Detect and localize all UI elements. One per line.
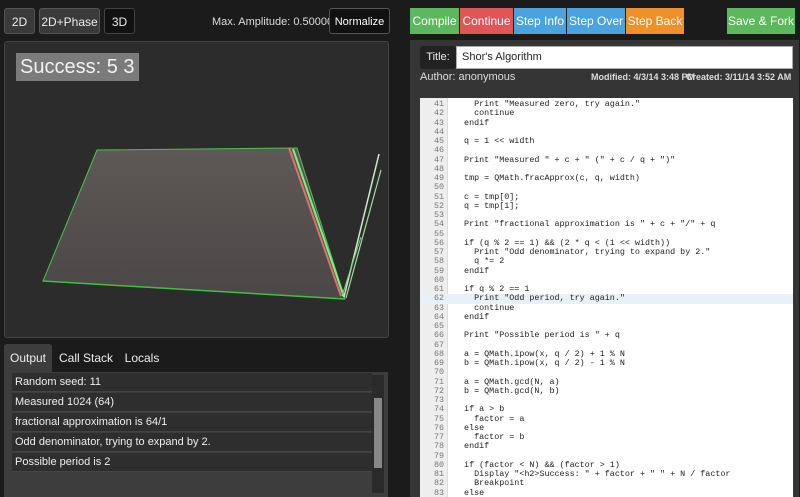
code-line[interactable]: 69 b = QMath.ipow(x, q / 2) - 1 % N: [420, 358, 793, 368]
amplitude-surface-plot: [42, 147, 382, 300]
code-text: b = QMath.gcd(N, b): [454, 385, 560, 396]
amplitude-spike-2: [345, 169, 382, 299]
editor-panel: Title: Author: anonymous Modified: 4/3/1…: [410, 40, 799, 497]
view-2d-phase-button[interactable]: 2D+Phase: [39, 8, 100, 34]
created-date: Created: 3/11/14 3:52 AM: [686, 72, 792, 82]
code-line[interactable]: 54 Print "fractional approximation is " …: [420, 219, 793, 230]
output-scrollbar[interactable]: [372, 375, 384, 493]
code-text: endif: [454, 265, 490, 276]
code-line[interactable]: 52 q = tmp[1];: [420, 200, 793, 211]
view-3d-button[interactable]: 3D: [104, 8, 135, 34]
save-fork-button[interactable]: Save & Fork: [727, 8, 795, 34]
code-text: endif: [454, 311, 490, 322]
tab-output[interactable]: Output: [4, 344, 52, 372]
code-text: Print "Possible period is " + q: [454, 330, 620, 341]
title-label: Title:: [420, 46, 456, 69]
code-line[interactable]: 45 q = 1 << width: [420, 136, 793, 146]
code-line[interactable]: 47 Print "Measured " + c + " (" + c / q …: [420, 154, 793, 165]
tab-call-stack[interactable]: Call Stack: [58, 344, 114, 372]
code-text: Print "Measured " + c + " (" + c / q + "…: [454, 154, 676, 165]
code-text: tmp = QMath.fracApprox(c, q, width): [454, 173, 640, 183]
code-text: else: [454, 487, 485, 497]
code-text: Print "fractional approximation is " + c…: [454, 219, 716, 230]
state-3d-viewport[interactable]: Success: 5 3: [4, 41, 389, 338]
compile-button[interactable]: Compile: [410, 8, 459, 34]
code-text: q = 1 << width: [454, 136, 535, 146]
output-panel: Random seed: 11 Measured 1024 (64) fract…: [4, 372, 388, 497]
code-line[interactable]: 59 endif: [420, 265, 793, 276]
amplitude-spike-1: [343, 153, 380, 298]
output-tabs: Output Call Stack Locals: [4, 344, 388, 372]
code-line[interactable]: 83 else: [420, 487, 793, 497]
output-line: Random seed: 11: [12, 373, 372, 392]
modified-date: Modified: 4/3/14 3:48 PM: [591, 72, 696, 82]
output-line: Odd denominator, trying to expand by 2.: [12, 433, 372, 452]
code-line[interactable]: 66 Print "Possible period is " + q: [420, 330, 793, 341]
normalize-button[interactable]: Normalize: [329, 8, 390, 34]
continue-button[interactable]: Continue: [460, 8, 513, 34]
output-line: Measured 1024 (64): [12, 393, 372, 412]
author-label: Author: anonymous: [420, 71, 516, 83]
code-line[interactable]: 64 endif: [420, 311, 793, 322]
view-2d-button[interactable]: 2D: [4, 8, 35, 34]
output-scrollbar-thumb[interactable]: [374, 398, 382, 468]
output-line: fractional approximation is 64/1: [12, 413, 372, 432]
code-line[interactable]: 43 endif: [420, 117, 793, 128]
step-info-button[interactable]: Step Info: [514, 8, 566, 34]
line-number: 83: [433, 487, 444, 497]
tab-locals[interactable]: Locals: [120, 344, 164, 372]
max-amplitude-label: Max. Amplitude: 0.500000: [212, 16, 340, 28]
code-text: endif: [454, 441, 490, 452]
code-line[interactable]: 49 tmp = QMath.fracApprox(c, q, width): [420, 173, 793, 183]
step-over-button[interactable]: Step Over: [567, 8, 625, 34]
amplitude-spike-3: [341, 236, 362, 297]
code-text: q = tmp[1];: [454, 200, 520, 211]
code-text: endif: [454, 117, 490, 128]
code-editor[interactable]: 41 Print "Measured zero, try again." 42 c…: [420, 98, 793, 497]
success-display: Success: 5 3: [16, 53, 139, 81]
code-line[interactable]: 78 endif: [420, 441, 793, 452]
output-line: Possible period is 2: [12, 453, 372, 472]
step-back-button[interactable]: Step Back: [626, 8, 684, 34]
title-input[interactable]: [456, 46, 793, 69]
code-text: b = QMath.ipow(x, q / 2) - 1 % N: [454, 358, 625, 368]
code-line[interactable]: 72 b = QMath.gcd(N, b): [420, 385, 793, 396]
